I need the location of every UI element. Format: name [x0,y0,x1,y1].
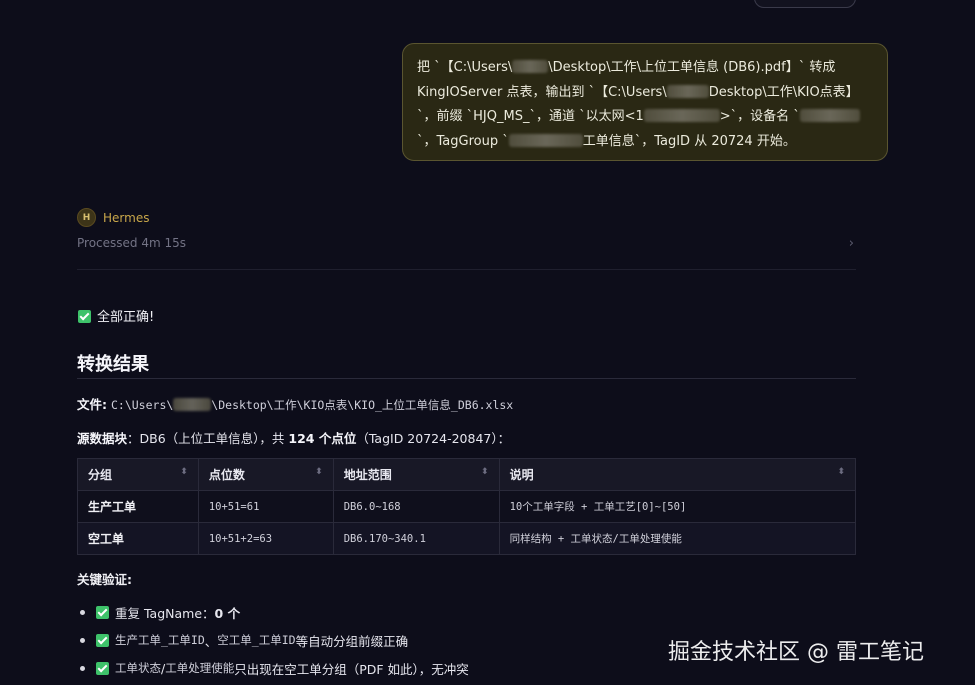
cell-count: 10+51=61 [197,490,334,523]
source-text-b: （TagID 20724-20847）： [356,431,511,446]
section-title: 转换结果 [77,350,856,379]
verify-item1-a: 重复 TagName： [115,605,215,621]
redaction [508,133,583,147]
column-header-desc[interactable]: 说明 ⬍ [498,458,857,491]
verify-item2-b: 、 [204,633,218,649]
redaction [173,398,212,411]
source-count: 124 个点位 [288,431,357,446]
redaction [643,109,720,122]
user-line1-a: 把 `【C:\Users\ [417,60,513,75]
verify-list: 重复 TagName： 0 个 生产工单_工单ID 、 空工单_工单ID 等自动分… [77,598,469,682]
column-header-count[interactable]: 点位数 ⬍ [197,458,334,491]
verify-item3-c: 工单处理使能 [165,661,235,675]
column-header-address[interactable]: 地址范围 ⬍ [332,458,500,491]
verify-title: 关键验证: [77,572,132,587]
list-item: 工单状态 / 工单处理使能 只出现在空工单分组（PDF 如此），无冲突 [77,654,469,682]
source-line: 源数据块：DB6（上位工单信息），共 124 个点位（TagID 20724-2… [77,428,510,447]
user-line4-b: 工单信息`，TagID 从 20724 开始。 [582,133,796,149]
user-line1-b: \Desktop\工作\上位工单信息 (DB6).pdf】` 转成 [548,60,836,75]
file-path-a: C:\Users\ [110,398,174,412]
redaction [799,109,860,122]
list-item: 生产工单_工单ID 、 空工单_工单ID 等自动分组前缀正确 [77,626,469,654]
source-label: 源数据块 [77,431,128,446]
sort-icon[interactable]: ⬍ [315,467,323,477]
all-correct-line: 全部正确! [78,306,154,325]
user-line2-b: Desktop\工作\KIO点表】 [708,84,859,100]
file-label: 文件: [77,397,107,412]
user-message-bubble: 把 `【C:\Users\ \Desktop\工作\上位工单信息 (DB6).pd… [402,43,888,161]
file-line: 文件: C:\Users\ \Desktop\工作\KIO点表\KIO_上位工单信… [77,394,513,413]
column-header-group[interactable]: 分组 ⬍ [77,458,199,491]
bullet [80,609,85,615]
check-icon [96,633,109,647]
verify-item1-b: 0 个 [214,605,241,621]
processed-toggle[interactable]: Processed 4m 15s › [77,236,856,270]
top-button[interactable] [754,0,856,8]
list-item: 重复 TagName： 0 个 [77,598,469,626]
verify-item3-d: 只出现在空工单分组（PDF 如此），无冲突 [234,661,469,677]
result-table: 分组 ⬍ 点位数 ⬍ 地址范围 ⬍ 说明 ⬍ 生产工单 10+51=61 DB6.0~1… [77,458,857,555]
user-line2-a: KingIOServer 点表，输出到 `【C:\Users\ [417,84,667,100]
cell-address: DB6.0~168 [332,490,500,523]
check-icon [78,310,91,323]
verify-item3-a: 工单状态 [115,661,161,675]
sort-icon[interactable]: ⬍ [837,467,845,477]
check-icon [96,661,109,675]
cell-desc: 10个工单字段 + 工单工艺[0]~[50] [498,490,857,523]
cell-group: 生产工单 [77,490,199,523]
table-row: 空工单 10+51+2=63 DB6.170~340.1 同样结构 + 工单状态… [77,522,857,555]
chevron-right-icon: › [848,236,854,251]
verify-item2-a: 生产工单_工单ID [115,633,205,647]
cell-count: 10+51+2=63 [197,522,334,555]
cell-address: DB6.170~340.1 [332,522,500,555]
agent-avatar: H [77,208,96,227]
sort-icon[interactable]: ⬍ [180,467,188,477]
sort-icon[interactable]: ⬍ [481,467,489,477]
agent-header: H Hermes [77,208,149,227]
processed-time: Processed 4m 15s [77,236,186,250]
agent-name: Hermes [103,210,150,225]
cell-desc: 同样结构 + 工单状态/工单处理使能 [498,522,857,555]
cell-group: 空工单 [77,522,199,555]
redaction [666,84,709,98]
watermark: 掘金技术社区 @ 雷工笔记 [668,640,924,665]
verify-item2-c: 空工单_工单ID [217,633,296,647]
file-path-b: \Desktop\工作\KIO点表\KIO_上位工单信息_DB6.xlsx [211,398,514,412]
user-line3-a: `，前缀 `HJQ_MS_`，通道 `以太网<1 [417,109,644,124]
bullet [80,665,85,671]
source-text-a: ：DB6（上位工单信息），共 [127,431,289,446]
redaction [512,60,549,73]
table-row: 生产工单 10+51=61 DB6.0~168 10个工单字段 + 工单工艺[0… [77,490,857,523]
bullet [80,637,85,643]
user-line3-b: >`，设备名 ` [719,109,800,124]
verify-item2-d: 等自动分组前缀正确 [295,633,409,649]
check-icon [96,605,109,619]
user-line4-a: `，TagGroup ` [417,133,509,149]
all-correct-text: 全部正确! [97,310,155,325]
